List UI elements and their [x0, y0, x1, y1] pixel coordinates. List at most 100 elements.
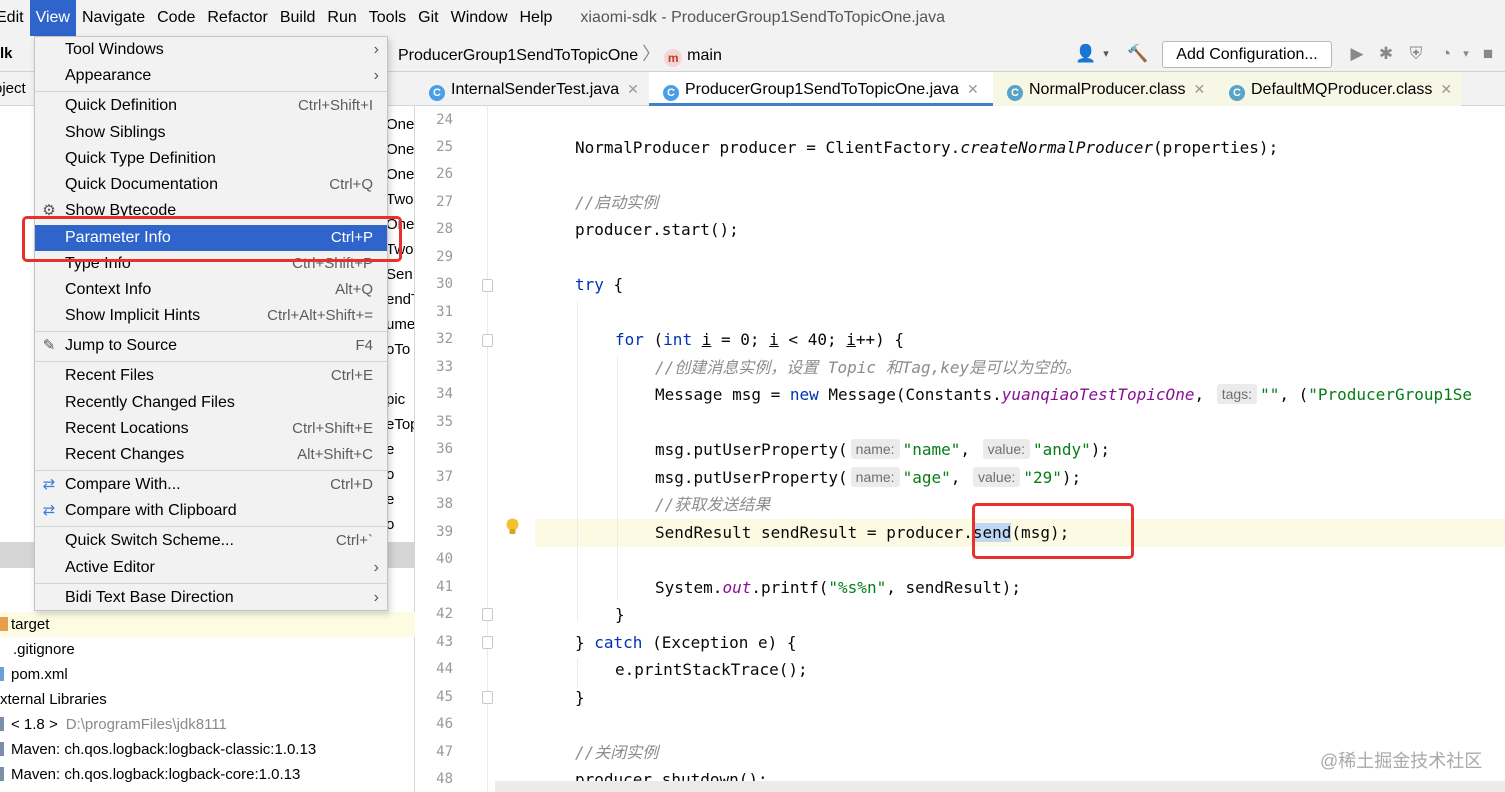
menu-refactor[interactable]: Refactor [201, 0, 273, 36]
tree-item-fragment[interactable]: Sen [386, 262, 414, 287]
debug-icon[interactable]: ✱ [1376, 44, 1396, 64]
menu-item-active-editor[interactable]: Active Editor › [35, 555, 387, 581]
menu-item-show-siblings[interactable]: Show Siblings [35, 120, 387, 146]
chevron-down-icon[interactable]: ▾ [1096, 44, 1116, 64]
close-icon[interactable]: ✕ [1194, 81, 1206, 97]
menu-item-compare-with[interactable]: ⇄ Compare With... Ctrl+D [35, 472, 387, 498]
code-line-37[interactable]: msg.putUserProperty(name: "age", value: "2… [655, 464, 1081, 491]
tree-item-fragment[interactable]: endT [386, 287, 414, 312]
menu-item-label: Recent Changes [65, 446, 185, 463]
fold-marker-icon[interactable] [482, 334, 493, 347]
tree-item-jdk[interactable]: < 1.8 > D:\programFiles\jdk8111 [0, 712, 415, 737]
menu-item-tool-windows[interactable]: Tool Windows › [35, 37, 387, 63]
tree-item-fragment[interactable]: Two [386, 187, 414, 212]
horizontal-scrollbar[interactable] [495, 781, 1505, 792]
menu-build[interactable]: Build [274, 0, 322, 36]
code-string: "29" [1023, 468, 1062, 487]
menu-item-recent-locations[interactable]: Recent Locations Ctrl+Shift+E [35, 416, 387, 442]
menu-item-appearance[interactable]: Appearance › [35, 63, 387, 89]
tree-item-fragment[interactable]: pic [386, 387, 414, 412]
tab-internal-sender-test[interactable]: C InternalSenderTest.java ✕ [415, 72, 647, 106]
class-icon: C [663, 85, 679, 101]
tree-item-target[interactable]: target [0, 612, 415, 637]
close-icon[interactable]: ✕ [627, 81, 639, 97]
menu-git[interactable]: Git [412, 0, 444, 36]
code-line-36[interactable]: msg.putUserProperty(name: "name", value: "… [655, 436, 1110, 463]
breadcrumb-method[interactable]: main [687, 47, 722, 64]
code-line-44[interactable]: e.printStackTrace(); [615, 656, 808, 683]
tree-item-fragment[interactable]: One [386, 137, 414, 162]
code-line-43[interactable]: } catch (Exception e) { [575, 629, 797, 656]
menu-item-recently-changed-files[interactable]: Recently Changed Files [35, 390, 387, 416]
tree-item-fragment[interactable]: o [386, 462, 414, 487]
tree-item-pom[interactable]: pom.xml [0, 662, 415, 687]
stop-icon[interactable]: ■ [1478, 44, 1498, 64]
menu-item-recent-changes[interactable]: Recent Changes Alt+Shift+C [35, 442, 387, 468]
tree-item-fragment[interactable]: One [386, 112, 414, 137]
code-line-30[interactable]: try { [575, 271, 623, 298]
tree-item-gitignore[interactable]: .gitignore [0, 637, 415, 662]
menu-item-quick-documentation[interactable]: Quick Documentation Ctrl+Q [35, 172, 387, 198]
tree-item-fragment[interactable]: e [386, 487, 414, 512]
close-icon[interactable]: ✕ [1440, 81, 1452, 97]
menu-item-quick-definition[interactable]: Quick Definition Ctrl+Shift+I [35, 93, 387, 119]
tree-item-fragment[interactable]: eTop [386, 412, 414, 437]
tree-item-fragment[interactable]: oTo [386, 337, 414, 362]
tab-producer-group1[interactable]: C ProducerGroup1SendToTopicOne.java ✕ [649, 72, 993, 106]
menu-item-quick-switch-scheme[interactable]: Quick Switch Scheme... Ctrl+` [35, 528, 387, 554]
fold-marker-icon[interactable] [482, 279, 493, 292]
breadcrumb-file[interactable]: ProducerGroup1SendToTopicOne [398, 47, 638, 64]
profiler-icon[interactable]: ◔ [1436, 44, 1456, 64]
run-icon[interactable]: ▶ [1347, 44, 1367, 64]
menu-run[interactable]: Run [321, 0, 362, 36]
code-line-47[interactable]: //关闭实例 [575, 739, 658, 766]
menu-tools[interactable]: Tools [363, 0, 412, 36]
tree-item-fragment[interactable]: Onel [386, 162, 414, 187]
tree-item-fragment[interactable]: e [386, 437, 414, 462]
code-line-27[interactable]: //启动实例 [575, 189, 658, 216]
code-line-28[interactable]: producer.start(); [575, 216, 739, 243]
menu-window[interactable]: Window [445, 0, 514, 36]
menu-item-bidi-text-base-direction[interactable]: Bidi Text Base Direction › [35, 585, 387, 611]
close-icon[interactable]: ✕ [967, 81, 979, 97]
tree-item-fragment[interactable]: o [386, 512, 414, 537]
chevron-down-icon[interactable]: ▾ [1456, 44, 1476, 64]
tab-normal-producer[interactable]: C NormalProducer.class ✕ [993, 72, 1215, 106]
tree-item-external-libraries[interactable]: xternal Libraries [0, 687, 415, 712]
lightbulb-icon[interactable] [505, 518, 520, 536]
menu-navigate[interactable]: Navigate [76, 0, 151, 36]
code-text: , [1194, 385, 1214, 404]
code-line-45[interactable]: } [575, 684, 585, 711]
project-panel-title[interactable]: oject [0, 72, 26, 106]
menu-item-recent-files[interactable]: Recent Files Ctrl+E [35, 363, 387, 389]
coverage-icon[interactable]: ⛨ [1406, 44, 1426, 64]
menu-item-show-implicit-hints[interactable]: Show Implicit Hints Ctrl+Alt+Shift+= [35, 303, 387, 329]
menu-edit[interactable]: Edit [0, 0, 30, 36]
line-number: 43 [436, 634, 453, 650]
menu-item-quick-type-definition[interactable]: Quick Type Definition [35, 146, 387, 172]
menu-item-context-info[interactable]: Context Info Alt+Q [35, 277, 387, 303]
menu-view[interactable]: View [29, 0, 76, 36]
tree-item-logback-classic[interactable]: Maven: ch.qos.logback:logback-classic:1.… [0, 737, 415, 762]
menu-item-jump-to-source[interactable]: ✎ Jump to Source F4 [35, 333, 387, 359]
code-line-25[interactable]: NormalProducer producer = ClientFactory.… [575, 134, 1278, 161]
build-hammer-icon[interactable]: 🔨 [1127, 44, 1148, 64]
fold-marker-icon[interactable] [482, 691, 493, 704]
code-line-33[interactable]: //创建消息实例，设置 Topic 和Tag,key是可以为空的。 [655, 354, 1081, 381]
tab-default-mq-producer[interactable]: C DefaultMQProducer.class ✕ [1215, 72, 1461, 106]
code-line-34[interactable]: Message msg = new Message(Constants.yuan… [655, 381, 1472, 408]
menu-help[interactable]: Help [514, 0, 559, 36]
code-line-38[interactable]: //获取发送结果 [655, 491, 770, 518]
fold-marker-icon[interactable] [482, 636, 493, 649]
user-account-icon[interactable]: 👤 [1075, 44, 1096, 64]
add-configuration-button[interactable]: Add Configuration... [1162, 41, 1332, 68]
tree-item-logback-core[interactable]: Maven: ch.qos.logback:logback-core:1.0.1… [0, 762, 415, 787]
menu-code[interactable]: Code [151, 0, 201, 36]
tree-item-fragment[interactable]: ume [386, 312, 414, 337]
code-line-41[interactable]: System.out.printf("%s%n", sendResult); [655, 574, 1021, 601]
code-line-42[interactable]: } [615, 601, 625, 628]
menu-item-compare-with-clipboard[interactable]: ⇄ Compare with Clipboard [35, 498, 387, 524]
project-crumb[interactable]: lk [0, 36, 13, 72]
fold-marker-icon[interactable] [482, 608, 493, 621]
code-line-32[interactable]: for (int i = 0; i < 40; i++) { [615, 326, 904, 353]
